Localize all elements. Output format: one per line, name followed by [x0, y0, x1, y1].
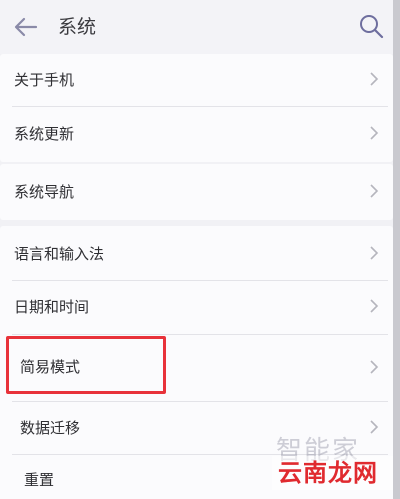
chevron-right-icon — [370, 126, 379, 140]
settings-screen: 系统 关于手机 系统更新 系统导航 语言和输入法 日期和时间 简易模式 数据迁移… — [0, 0, 400, 499]
highlight-box — [6, 336, 166, 394]
settings-item-label: 语言和输入法 — [14, 245, 105, 263]
settings-item-date-time[interactable]: 日期和时间 — [0, 281, 393, 334]
settings-item-about-phone[interactable]: 关于手机 — [0, 54, 393, 106]
device-edge — [393, 0, 400, 499]
settings-item-label: 数据迁移 — [20, 419, 81, 437]
chevron-right-icon — [370, 184, 379, 198]
chevron-right-icon — [370, 420, 379, 434]
settings-item-label: 系统更新 — [14, 125, 75, 143]
settings-group-2: 系统导航 — [0, 164, 393, 220]
search-icon[interactable] — [356, 11, 386, 41]
settings-item-system-update[interactable]: 系统更新 — [0, 107, 393, 162]
settings-item-label: 系统导航 — [14, 183, 75, 201]
app-header: 系统 — [0, 0, 400, 54]
watermark-bottom: 云南龙网 — [278, 459, 378, 487]
back-arrow-icon[interactable] — [12, 13, 40, 41]
settings-group-1: 关于手机 系统更新 — [0, 54, 393, 162]
chevron-right-icon — [370, 246, 379, 260]
settings-item-label: 重置 — [24, 471, 55, 489]
page-title: 系统 — [58, 16, 97, 38]
settings-item-system-navigation[interactable]: 系统导航 — [0, 164, 393, 220]
chevron-right-icon — [370, 299, 379, 313]
chevron-right-icon — [370, 72, 379, 86]
settings-item-label: 日期和时间 — [14, 298, 90, 316]
settings-item-label: 关于手机 — [14, 71, 75, 89]
chevron-right-icon — [370, 360, 379, 374]
settings-item-language-input[interactable]: 语言和输入法 — [0, 226, 393, 280]
